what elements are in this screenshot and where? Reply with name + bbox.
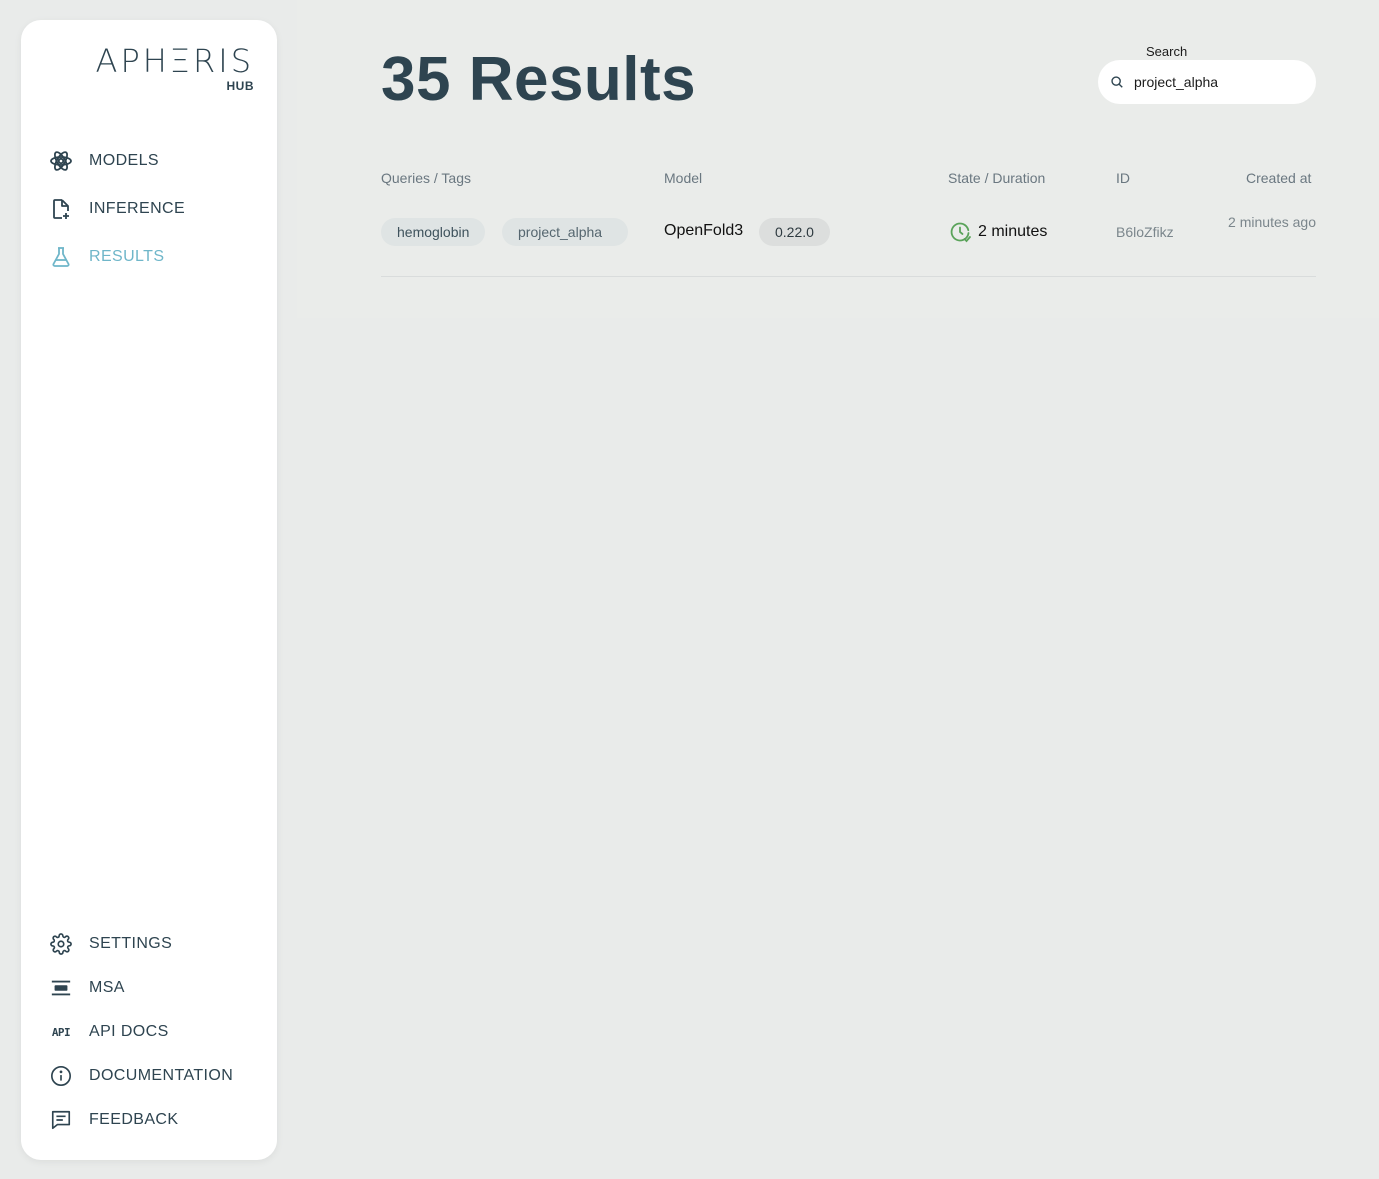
column-header-id[interactable]: ID xyxy=(1116,170,1130,186)
gear-icon xyxy=(49,932,73,956)
flask-icon xyxy=(49,245,73,269)
message-icon xyxy=(49,1108,73,1132)
result-id: B6loZfikz xyxy=(1116,224,1174,240)
search-field[interactable] xyxy=(1098,60,1316,104)
column-header-created[interactable]: Created at xyxy=(1246,170,1311,186)
logo-subtitle: HUB xyxy=(226,79,254,93)
version-badge: 0.22.0 xyxy=(759,218,830,246)
column-header-model[interactable]: Model xyxy=(664,170,702,186)
sidebar: APHΞRIS HUB MODELS INFERENCE RESULTS SET… xyxy=(21,20,277,1160)
nav-item-documentation[interactable]: DOCUMENTATION xyxy=(49,1062,233,1090)
atom-icon xyxy=(49,149,73,173)
state-cell: 2 minutes xyxy=(948,220,1047,244)
search-icon xyxy=(1111,76,1123,88)
alignment-icon xyxy=(49,976,73,1000)
tag-chip[interactable]: project_alpha xyxy=(502,218,628,246)
search-input[interactable] xyxy=(1134,74,1299,90)
column-header-tags[interactable]: Queries / Tags xyxy=(381,170,471,186)
search-label: Search xyxy=(1146,44,1188,59)
nav-item-results[interactable]: RESULTS xyxy=(49,243,164,271)
api-icon: API xyxy=(51,1025,71,1039)
apheris-hub-logo[interactable]: APHΞRIS HUB xyxy=(89,44,254,93)
nav-item-api-docs[interactable]: API API DOCS xyxy=(49,1018,169,1046)
model-name: OpenFold3 xyxy=(664,222,744,239)
page-title: 35 Results xyxy=(381,45,697,114)
nav-label-settings: SETTINGS xyxy=(89,935,173,952)
nav-label-models: MODELS xyxy=(89,152,159,169)
nav-label-inference: INFERENCE xyxy=(89,200,186,217)
nav-label-feedback: FEEDBACK xyxy=(89,1111,179,1128)
nav-label-results: RESULTS xyxy=(89,248,165,265)
nav-label-documentation: DOCUMENTATION xyxy=(89,1067,234,1084)
column-header-state[interactable]: State / Duration xyxy=(948,170,1045,186)
logo-wordmark: APHΞRIS xyxy=(95,42,254,80)
duration-text: 2 minutes xyxy=(978,223,1048,240)
tag-chip[interactable]: hemoglobin xyxy=(381,218,486,246)
clock-check-icon xyxy=(950,222,971,243)
nav-label-api-docs: API DOCS xyxy=(89,1023,169,1040)
created-at: 2 minutes ago xyxy=(1228,214,1316,230)
nav-item-settings[interactable]: SETTINGS xyxy=(49,930,172,958)
table-row[interactable]: hemoglobin project_alpha OpenFold3 0.22.… xyxy=(381,200,1316,277)
nav-label-msa: MSA xyxy=(89,979,125,996)
nav-item-models[interactable]: MODELS xyxy=(49,147,159,175)
file-plus-icon xyxy=(49,197,73,221)
nav-item-msa[interactable]: MSA xyxy=(49,974,125,1002)
nav-item-inference[interactable]: INFERENCE xyxy=(49,195,185,223)
info-icon xyxy=(49,1064,73,1088)
nav-item-feedback[interactable]: FEEDBACK xyxy=(49,1106,178,1134)
